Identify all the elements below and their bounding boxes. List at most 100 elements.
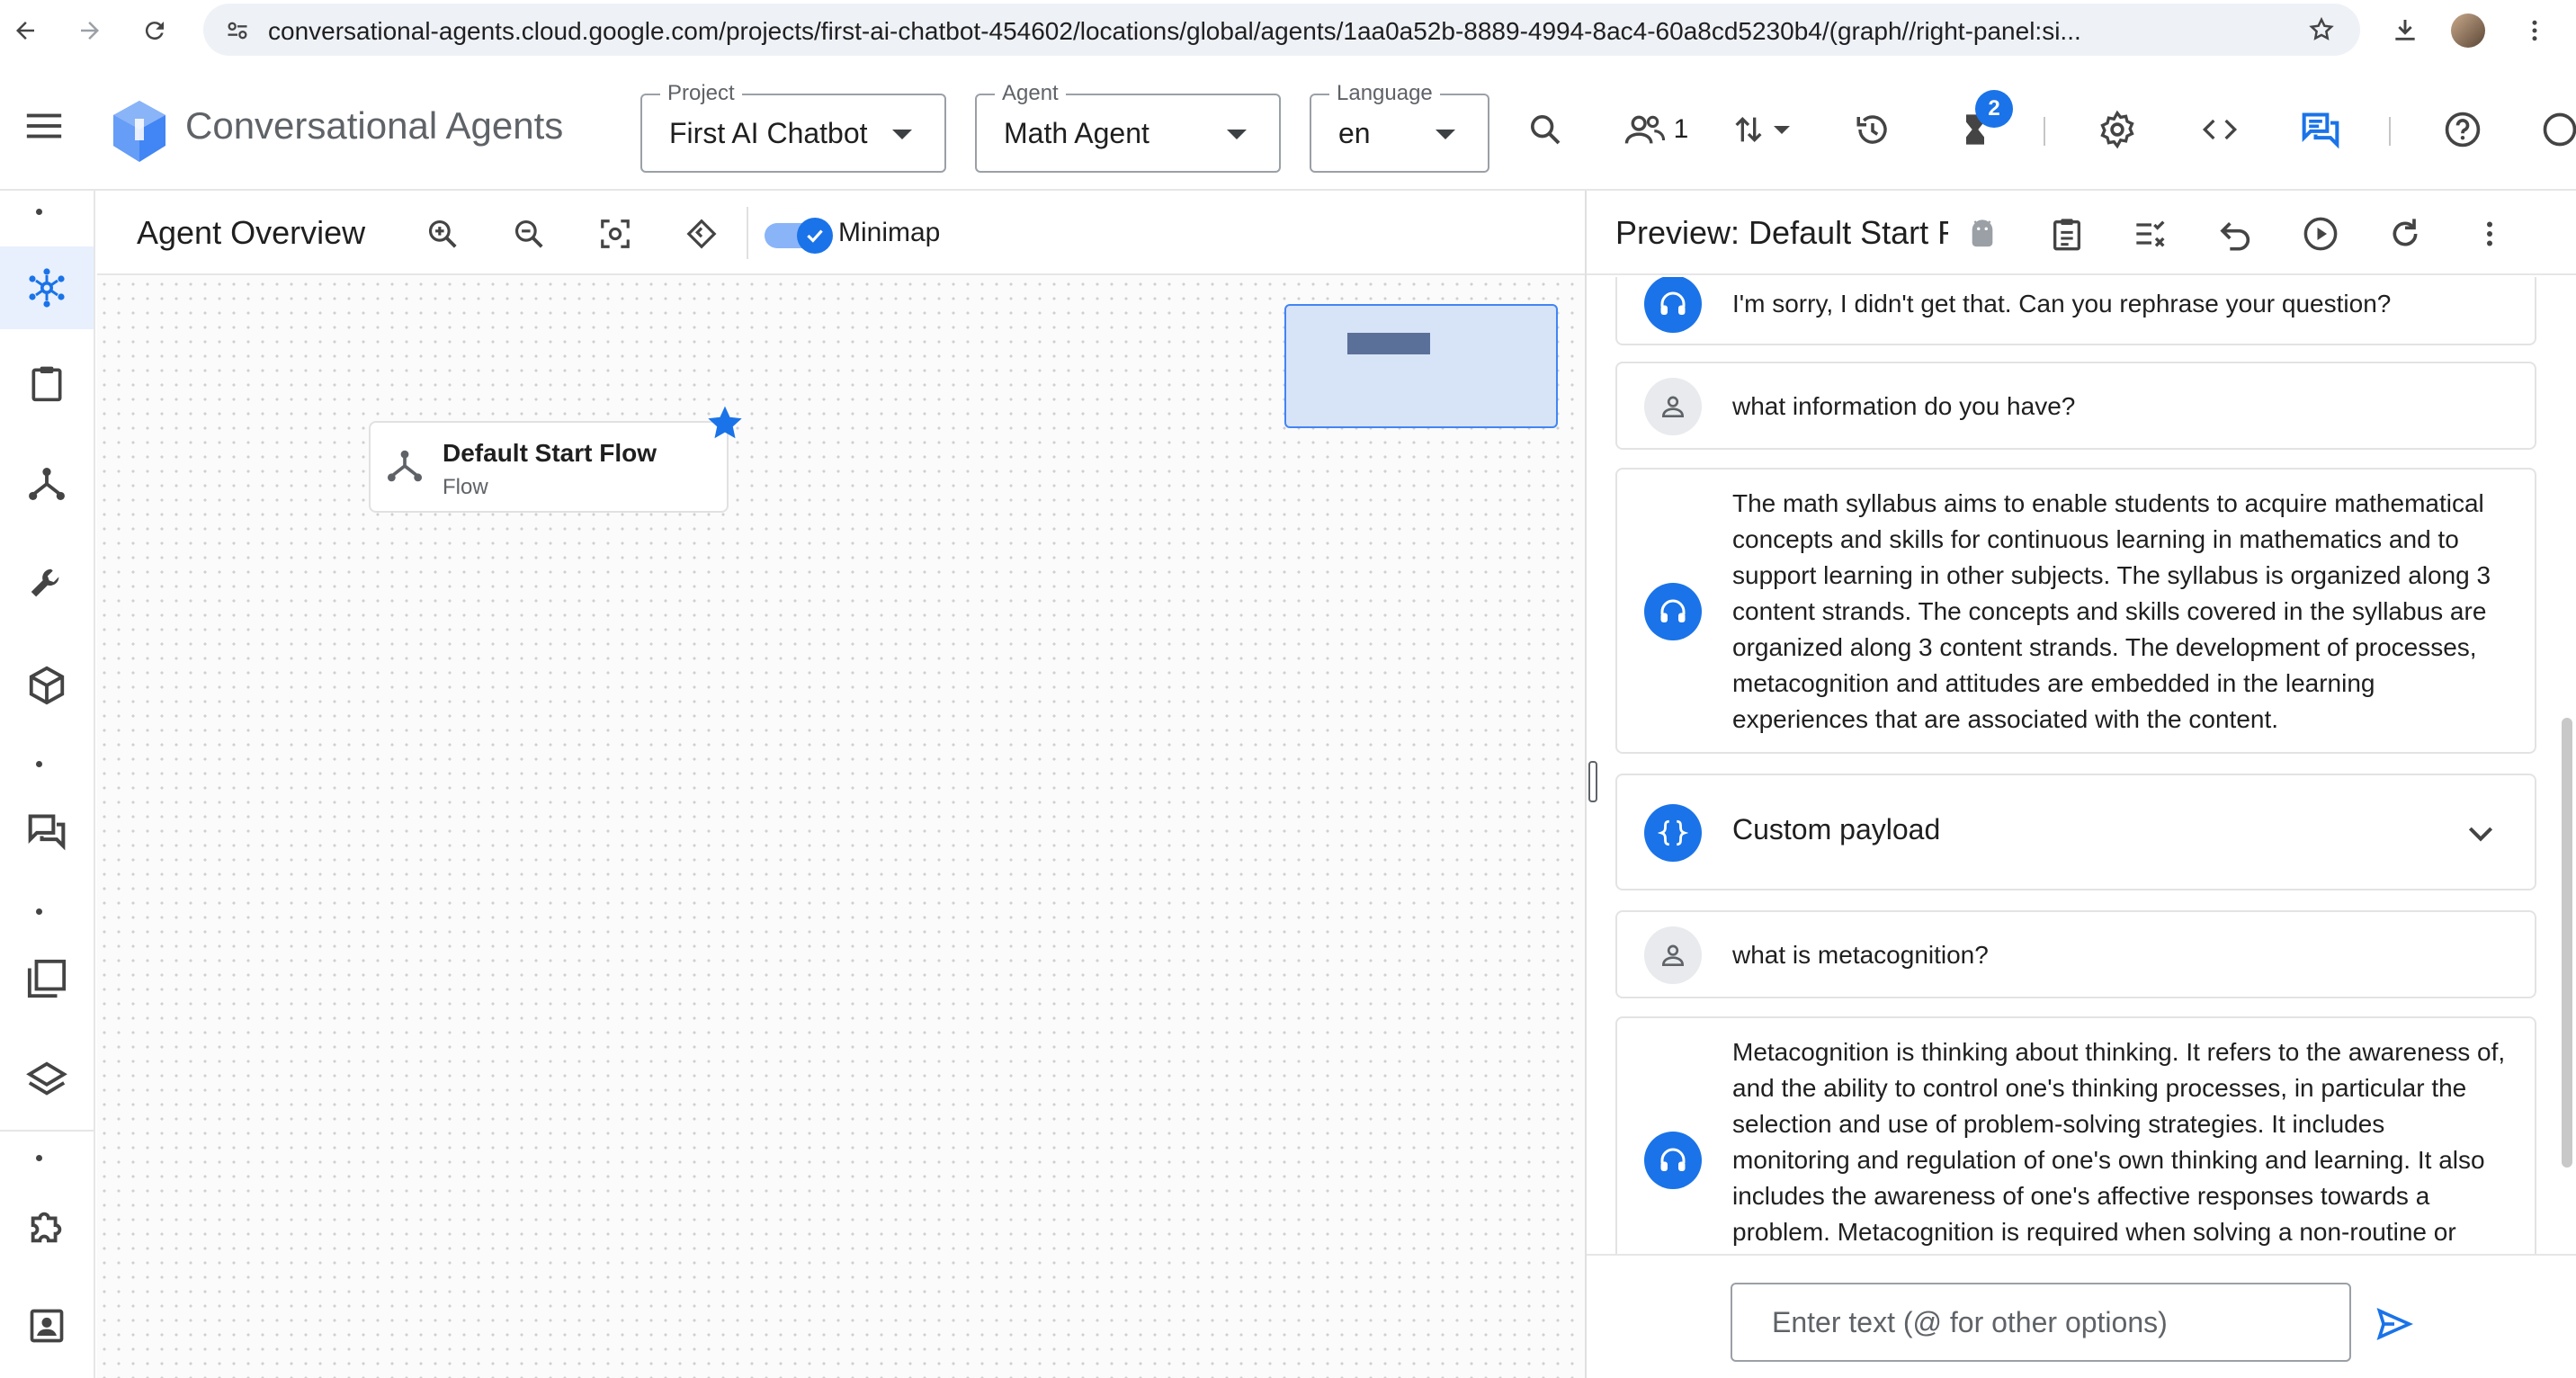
message-text: what information do you have?	[1732, 392, 2076, 420]
caret-down-icon	[1436, 130, 1455, 139]
caret-down-icon	[892, 130, 912, 139]
help-icon[interactable]	[2437, 104, 2488, 155]
profile-avatar[interactable]	[2448, 11, 2488, 50]
zoom-out-icon[interactable]	[505, 210, 552, 257]
reload-icon[interactable]	[135, 11, 174, 50]
clipboard-icon[interactable]	[9, 345, 85, 421]
address-bar[interactable]: conversational-agents.cloud.google.com/p…	[203, 4, 2360, 56]
hamburger-menu-icon[interactable]	[23, 108, 65, 148]
site-settings-icon[interactable]	[225, 18, 250, 48]
chat-input[interactable]	[1731, 1283, 2351, 1362]
collaborators-count: 1	[1673, 114, 1689, 144]
agent-message: The math syllabus aims to enable student…	[1615, 468, 2536, 754]
person-icon	[1644, 926, 1702, 984]
app-root: conversational-agents.cloud.google.com/p…	[0, 0, 2576, 1378]
clipboard-list-icon[interactable]	[2042, 209, 2092, 259]
send-icon[interactable]	[2369, 1299, 2419, 1349]
library-icon[interactable]	[9, 941, 85, 1016]
chat-preview-icon[interactable]	[2295, 104, 2346, 155]
flow-icon	[385, 446, 428, 489]
flow-icon[interactable]	[9, 446, 85, 522]
custom-payload-card[interactable]: Custom payload	[1615, 774, 2536, 890]
agent-message: I'm sorry, I didn't get that. Can you re…	[1615, 277, 2536, 345]
minimap-toggle[interactable]	[765, 218, 833, 254]
reset-layout-icon[interactable]	[678, 210, 725, 257]
user-message: what is metacognition?	[1615, 910, 2536, 998]
message-text: The math syllabus aims to enable student…	[1732, 489, 2491, 733]
layers-icon[interactable]	[9, 1042, 85, 1117]
history-icon[interactable]	[1847, 104, 1898, 155]
wrench-icon[interactable]	[9, 547, 85, 622]
flow-node-name: Default Start Flow	[443, 439, 657, 467]
caret-down-icon	[1774, 125, 1790, 134]
download-icon[interactable]	[2385, 11, 2425, 50]
rail-separator-dot	[36, 1155, 42, 1161]
rail-divider	[0, 1130, 94, 1132]
app-header: Conversational Agents Project First AI C…	[0, 59, 2576, 191]
collaborators-button[interactable]: 1	[1615, 104, 1696, 155]
package-icon[interactable]	[9, 648, 85, 723]
contact-card-icon[interactable]	[9, 1288, 85, 1364]
checklist-icon[interactable]	[2126, 209, 2177, 259]
browser-bar: conversational-agents.cloud.google.com/p…	[0, 0, 2576, 59]
language-select-label: Language	[1329, 81, 1440, 106]
bug-report-icon[interactable]	[2535, 104, 2576, 155]
rail-separator-dot	[36, 908, 42, 915]
chevron-down-icon[interactable]	[2463, 815, 2499, 851]
chat-input-area	[1587, 1254, 2576, 1378]
language-select[interactable]: Language en	[1310, 81, 1489, 173]
app-title: Conversational Agents	[185, 104, 564, 147]
payload-title: Custom payload	[1732, 813, 1941, 846]
check-icon	[797, 218, 833, 254]
language-select-value: en	[1338, 117, 1371, 149]
settings-gear-icon[interactable]	[2092, 104, 2142, 155]
flow-node-default-start[interactable]: Default Start Flow Flow	[369, 421, 729, 513]
fit-to-screen-icon[interactable]	[592, 210, 639, 257]
search-icon[interactable]	[1520, 104, 1570, 155]
header-divider	[2389, 117, 2391, 146]
agent-select-value: Math Agent	[1004, 117, 1149, 149]
minimap-viewport[interactable]	[1284, 304, 1558, 428]
caret-down-icon	[1227, 130, 1247, 139]
more-vert-icon[interactable]	[2464, 209, 2515, 259]
agent-message: Metacognition is thinking about thinking…	[1615, 1016, 2536, 1254]
minimap-node	[1347, 333, 1430, 354]
project-select-value: First AI Chatbot	[669, 117, 868, 149]
undo-icon[interactable]	[2211, 209, 2261, 259]
chat-icon[interactable]	[9, 793, 85, 869]
agent-canvas[interactable]: Agent Overview Minimap Default Start Flo…	[97, 191, 1585, 1378]
chat-scrollbar[interactable]	[2562, 718, 2572, 1168]
zoom-in-icon[interactable]	[419, 210, 466, 257]
user-message: what information do you have?	[1615, 362, 2536, 450]
headset-icon	[1644, 1132, 1702, 1189]
puzzle-icon[interactable]	[9, 1189, 85, 1265]
import-export-button[interactable]	[1720, 104, 1801, 155]
hourglass-icon[interactable]: 2	[1950, 90, 2013, 155]
url-text[interactable]: conversational-agents.cloud.google.com/p…	[268, 17, 2283, 46]
start-star-icon	[705, 403, 745, 443]
panel-resize-handle[interactable]	[1588, 761, 1597, 802]
forward-icon[interactable]	[70, 11, 110, 50]
agent-select[interactable]: Agent Math Agent	[975, 81, 1281, 173]
android-icon[interactable]	[1957, 209, 2008, 259]
canvas-toolbar: Agent Overview Minimap	[97, 191, 1585, 275]
preview-title: Preview: Default Start Flow	[1615, 214, 1948, 251]
message-text: what is metacognition?	[1732, 941, 1989, 969]
browser-menu-icon[interactable]	[2515, 11, 2554, 50]
play-icon[interactable]	[2295, 209, 2346, 259]
chat-transcript[interactable]: I'm sorry, I didn't get that. Can you re…	[1587, 277, 2576, 1254]
canvas-title: Agent Overview	[137, 214, 366, 251]
project-select[interactable]: Project First AI Chatbot	[640, 81, 946, 173]
toolbar-divider	[747, 207, 748, 259]
graph-icon[interactable]	[0, 246, 94, 329]
reset-icon[interactable]	[2380, 209, 2430, 259]
back-icon[interactable]	[5, 11, 45, 50]
app-logo-icon	[110, 97, 169, 170]
header-divider	[2044, 117, 2045, 146]
bookmark-star-icon[interactable]	[2308, 16, 2335, 48]
notification-badge: 2	[1975, 90, 2013, 128]
code-icon[interactable]	[2195, 104, 2245, 155]
message-text: Metacognition is thinking about thinking…	[1732, 1038, 2506, 1246]
person-icon	[1644, 378, 1702, 435]
minimap-label: Minimap	[838, 218, 941, 247]
